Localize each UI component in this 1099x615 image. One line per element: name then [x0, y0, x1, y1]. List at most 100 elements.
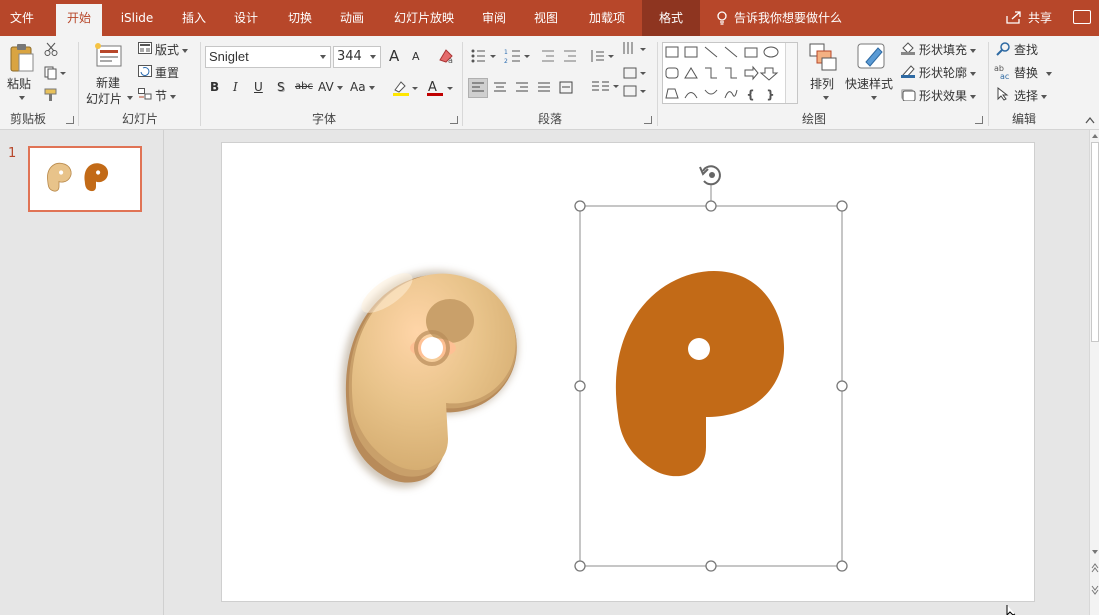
tab-slideshow[interactable]: 幻灯片放映: [386, 0, 462, 36]
resize-handle[interactable]: [705, 560, 717, 572]
shape-fill-button[interactable]: 形状填充: [919, 41, 977, 58]
section-icon[interactable]: [138, 88, 152, 100]
tab-addins[interactable]: 加载项: [580, 0, 634, 36]
tell-me-search[interactable]: 告诉我你想要做什么: [734, 0, 842, 36]
select-cursor-icon[interactable]: [996, 87, 1010, 101]
arrange-icon[interactable]: [808, 42, 838, 72]
format-painter-icon[interactable]: [44, 88, 60, 102]
tab-format[interactable]: 格式: [642, 0, 700, 36]
arrange-button[interactable]: 排列: [810, 75, 834, 92]
clipboard-launcher-icon[interactable]: [66, 116, 74, 124]
gallery-scroll[interactable]: [785, 43, 797, 103]
collapse-ribbon-icon[interactable]: [1085, 116, 1095, 124]
paste-icon[interactable]: [8, 42, 36, 74]
vertical-scrollbar[interactable]: [1089, 130, 1099, 615]
reset-button[interactable]: 重置: [155, 64, 179, 81]
tab-view[interactable]: 视图: [524, 0, 568, 36]
slide[interactable]: [221, 142, 1035, 602]
paragraph-launcher-icon[interactable]: [644, 116, 652, 124]
align-text-icon[interactable]: [622, 66, 648, 102]
section-button[interactable]: 节: [155, 87, 177, 104]
scroll-thumb[interactable]: [1091, 142, 1099, 342]
slide-thumbnail-1[interactable]: [28, 146, 142, 212]
drawing-launcher-icon[interactable]: [975, 116, 983, 124]
layout-button[interactable]: 版式: [155, 41, 189, 58]
underline-button[interactable]: U: [254, 80, 263, 94]
ribbon-tab-bar: 文件 开始 iSlide 插入 设计 切换 动画 幻灯片放映 审阅 视图 加载项…: [0, 0, 1099, 36]
highlight-color-icon[interactable]: [392, 80, 418, 96]
scroll-up-icon[interactable]: [1091, 132, 1099, 140]
quick-styles-dropdown-icon[interactable]: [871, 96, 877, 100]
character-spacing-button[interactable]: AV: [318, 80, 343, 94]
letter-p-3d[interactable]: [341, 266, 518, 488]
resize-handle[interactable]: [836, 380, 848, 392]
scroll-down-icon[interactable]: [1091, 548, 1099, 556]
clear-formatting-icon[interactable]: a: [438, 48, 456, 64]
tab-file[interactable]: 文件: [0, 0, 44, 36]
replace-button[interactable]: 替换: [1014, 64, 1053, 81]
strikethrough-button[interactable]: abc: [295, 81, 313, 92]
layout-icon[interactable]: [138, 42, 152, 54]
text-direction-icon[interactable]: [622, 40, 648, 60]
next-slide-icon[interactable]: [1091, 584, 1099, 604]
paragraph-list-row[interactable]: 12: [470, 48, 640, 64]
group-separator: [78, 42, 79, 126]
columns-icon[interactable]: [590, 80, 620, 94]
slides-group-label: 幻灯片: [122, 112, 159, 126]
find-button[interactable]: 查找: [1014, 41, 1038, 58]
rotate-handle-icon[interactable]: [699, 165, 721, 186]
new-slide-label[interactable]: 新建: [96, 74, 120, 91]
quick-styles-button[interactable]: 快速样式: [845, 75, 893, 92]
tab-animations[interactable]: 动画: [330, 0, 374, 36]
font-color-icon[interactable]: A: [426, 80, 454, 96]
shapes-grid-icon[interactable]: {}: [663, 43, 785, 103]
resize-handle[interactable]: [836, 560, 848, 572]
tab-islide[interactable]: iSlide: [114, 0, 160, 36]
reset-icon[interactable]: [138, 65, 152, 77]
grow-font-button[interactable]: A: [389, 47, 399, 65]
arrange-dropdown-icon[interactable]: [823, 96, 829, 100]
resize-handle[interactable]: [574, 560, 586, 572]
copy-icon[interactable]: [44, 66, 66, 80]
cut-icon[interactable]: [44, 42, 58, 56]
tab-design[interactable]: 设计: [224, 0, 268, 36]
replace-icon[interactable]: abac: [994, 64, 1012, 80]
bold-button[interactable]: B: [210, 80, 219, 94]
select-button[interactable]: 选择: [1014, 87, 1048, 104]
shadow-button[interactable]: S: [277, 80, 285, 94]
prev-slide-icon[interactable]: [1091, 562, 1099, 582]
resize-handle[interactable]: [574, 380, 586, 392]
shape-outline-icon[interactable]: [900, 64, 916, 78]
resize-handle[interactable]: [574, 200, 586, 212]
resize-handle[interactable]: [836, 200, 848, 212]
new-slide-dropdown-icon[interactable]: [127, 96, 133, 100]
font-launcher-icon[interactable]: [450, 116, 458, 124]
paste-label[interactable]: 粘贴: [7, 75, 31, 92]
letter-p-flat[interactable]: [615, 271, 785, 477]
alignment-row[interactable]: [470, 81, 580, 95]
group-separator: [462, 42, 463, 126]
quick-styles-icon[interactable]: [856, 42, 888, 72]
comment-icon[interactable]: [1073, 10, 1091, 24]
new-slide-icon[interactable]: [94, 42, 124, 70]
new-slide-label-2[interactable]: 幻灯片: [86, 90, 122, 107]
tab-insert[interactable]: 插入: [172, 0, 216, 36]
shape-fill-icon[interactable]: [900, 41, 916, 55]
paste-dropdown-icon[interactable]: [19, 96, 25, 100]
resize-handle[interactable]: [705, 200, 717, 212]
shape-gallery[interactable]: {}: [662, 42, 798, 104]
shape-effects-button[interactable]: 形状效果: [919, 87, 977, 104]
svg-text:A: A: [428, 80, 437, 95]
shape-outline-button[interactable]: 形状轮廓: [919, 64, 977, 81]
change-case-button[interactable]: Aa: [350, 80, 375, 94]
tab-home[interactable]: 开始: [56, 4, 102, 36]
tab-transitions[interactable]: 切换: [278, 0, 322, 36]
shape-effects-icon[interactable]: [900, 87, 916, 101]
find-icon[interactable]: [996, 42, 1012, 56]
tab-review[interactable]: 审阅: [472, 0, 516, 36]
italic-button[interactable]: I: [233, 80, 238, 94]
shrink-font-button[interactable]: A: [412, 50, 420, 63]
font-size-input[interactable]: 344: [333, 46, 381, 68]
font-name-input[interactable]: Sniglet: [205, 46, 331, 68]
share-button[interactable]: 共享: [1028, 0, 1052, 36]
